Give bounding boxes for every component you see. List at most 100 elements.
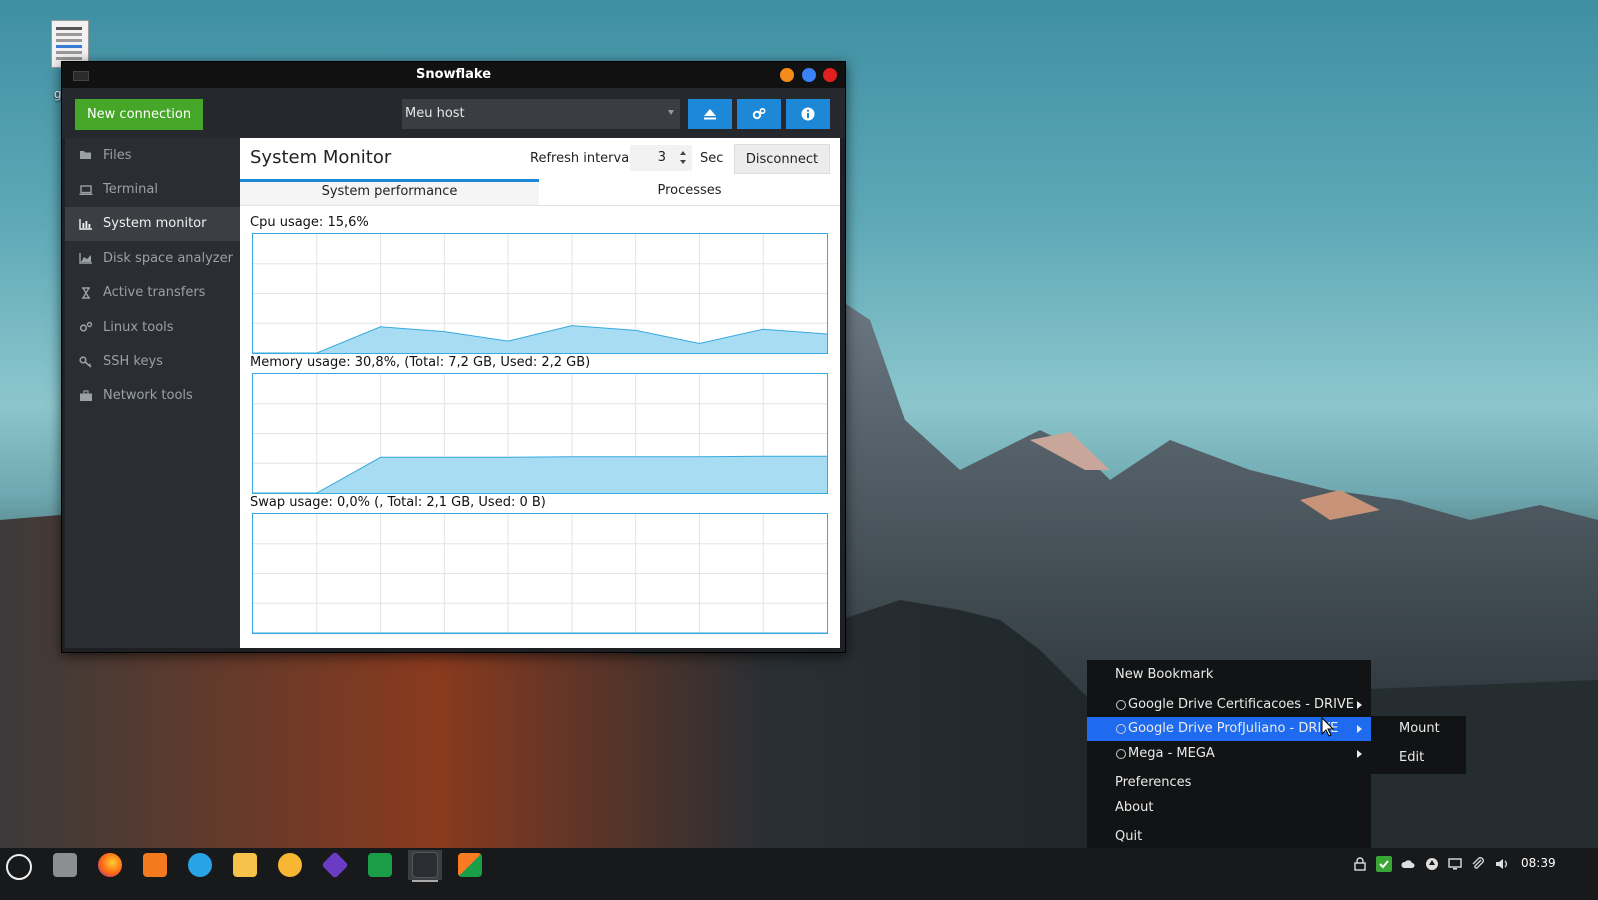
drive-submenu: Mount Edit [1371,716,1466,774]
sidebar-item-label: Terminal [103,182,158,198]
presentation-app-icon [368,853,392,877]
snowflake-app-icon [412,852,438,878]
taskbar-photos-app[interactable] [273,850,307,880]
sidebar-item-linux-tools[interactable]: Linux tools [65,310,240,344]
settings-button[interactable] [737,99,781,129]
eject-button[interactable] [688,99,732,129]
sidebar-item-active-transfers[interactable]: Active transfers [65,276,240,310]
hourglass-icon [79,286,93,300]
submenu-arrow-icon [1357,750,1362,758]
close-button[interactable] [823,68,837,82]
sidebar-item-label: Network tools [103,388,193,404]
monitor-tabs: System performance Processes [240,179,840,206]
cpu-usage-label: Cpu usage: 15,6% [250,215,369,230]
xampp-app-icon [458,853,482,877]
menu-item-new-bookmark[interactable]: New Bookmark [1087,663,1371,687]
chat-app-icon [188,853,212,877]
tray-clip-icon[interactable] [1470,856,1486,872]
taskbar-mail-app[interactable] [228,850,262,880]
taskbar-clock: 08:39 [1521,856,1556,870]
submenu-item-mount[interactable]: Mount [1399,721,1440,736]
stepper-up-icon[interactable] [680,151,686,155]
host-select-value: Meu host [405,106,465,121]
folder-icon [79,148,93,162]
photos-app-icon [278,853,302,877]
system-monitor-panel: System Monitor Refresh interval 3 Sec Di… [240,138,840,648]
sidebar-item-label: Disk space analyzer [103,250,233,266]
window-titlebar[interactable]: Snowflake [62,62,845,88]
start-menu-button[interactable] [6,854,32,880]
info-icon [801,107,815,121]
main-toolbar: New connection Meu host [62,88,845,138]
memory-usage-graph [252,373,828,494]
swap-usage-graph [252,513,828,634]
radio-icon [1116,724,1126,734]
area-chart-icon [79,251,93,265]
tray-volume-icon[interactable] [1494,856,1510,872]
tray-display-icon[interactable] [1447,856,1463,872]
memory-usage-label: Memory usage: 30,8%, (Total: 7,2 GB, Use… [250,355,591,370]
window-title: Snowflake [415,67,492,82]
taskbar-media-app[interactable] [318,850,352,880]
taskbar-firefox[interactable] [93,850,127,880]
graph-canvas [253,234,827,353]
graph-canvas [253,374,827,493]
menu-item-google-drive-certificacoes[interactable]: Google Drive Certificacoes - DRIVE [1087,693,1371,717]
sidebar-item-label: Files [103,147,132,163]
tray-cloud-icon[interactable] [1400,856,1416,872]
usage-area [253,456,827,493]
sidebar-item-files[interactable]: Files [65,138,240,172]
swap-usage-label: Swap usage: 0,0% (, Total: 2,1 GB, Used:… [250,495,546,510]
graph-canvas [253,514,827,633]
submenu-item-edit[interactable]: Edit [1399,750,1424,765]
tab-system-performance[interactable]: System performance [240,179,539,205]
tab-processes[interactable]: Processes [540,179,839,205]
menu-item-quit[interactable]: Quit [1087,825,1371,849]
taskbar: 08:39 [0,848,1598,900]
tray-check-icon[interactable] [1376,856,1392,872]
maximize-button[interactable] [802,68,816,82]
info-button[interactable] [786,99,830,129]
new-connection-button[interactable]: New connection [75,99,203,130]
page-title: System Monitor [250,147,392,168]
taskbar-chat-app[interactable] [183,850,217,880]
bar-chart-icon [79,217,93,231]
refresh-interval-stepper[interactable]: 3 [630,145,692,171]
radio-icon [1116,749,1126,759]
submenu-arrow-icon [1357,725,1362,733]
disconnect-button[interactable]: Disconnect [734,144,830,174]
sidebar-item-disk-space-analyzer[interactable]: Disk space analyzer [65,241,240,275]
minimize-button[interactable] [780,68,794,82]
host-select[interactable]: Meu host [402,99,680,129]
mouse-cursor-icon [1321,716,1335,737]
submenu-arrow-icon [1357,701,1362,709]
sidebar: Files Terminal System monitor Disk space… [65,138,240,648]
menu-item-preferences[interactable]: Preferences [1087,771,1371,795]
firefox-icon [98,853,122,877]
rss-reader-icon [143,853,167,877]
sidebar-item-ssh-keys[interactable]: SSH keys [65,344,240,378]
key-icon [79,355,93,369]
menu-item-about[interactable]: About [1087,796,1371,820]
usage-area [253,325,827,353]
sidebar-item-system-monitor[interactable]: System monitor [65,206,240,242]
sidebar-item-network-tools[interactable]: Network tools [65,379,240,413]
laptop-icon [79,183,93,197]
cpu-usage-graph [252,233,828,354]
stepper-down-icon[interactable] [680,160,686,164]
gears-icon [79,320,93,334]
taskbar-rss-reader[interactable] [138,850,172,880]
sidebar-item-terminal[interactable]: Terminal [65,172,240,206]
taskbar-files-app[interactable] [48,850,82,880]
files-app-icon [53,853,77,877]
taskbar-presentation-app[interactable] [363,850,397,880]
taskbar-snowflake-app[interactable] [408,850,442,882]
tray-update-icon[interactable] [1424,856,1440,872]
chevron-down-icon [668,110,674,115]
taskbar-xampp-app[interactable] [453,850,487,880]
tray-lock-icon[interactable] [1352,856,1368,872]
menu-item-mega[interactable]: Mega - MEGA [1087,742,1371,766]
snowflake-window: Snowflake New connection Meu host Files … [61,61,846,653]
refresh-interval-value: 3 [657,150,666,165]
radio-icon [1116,700,1126,710]
